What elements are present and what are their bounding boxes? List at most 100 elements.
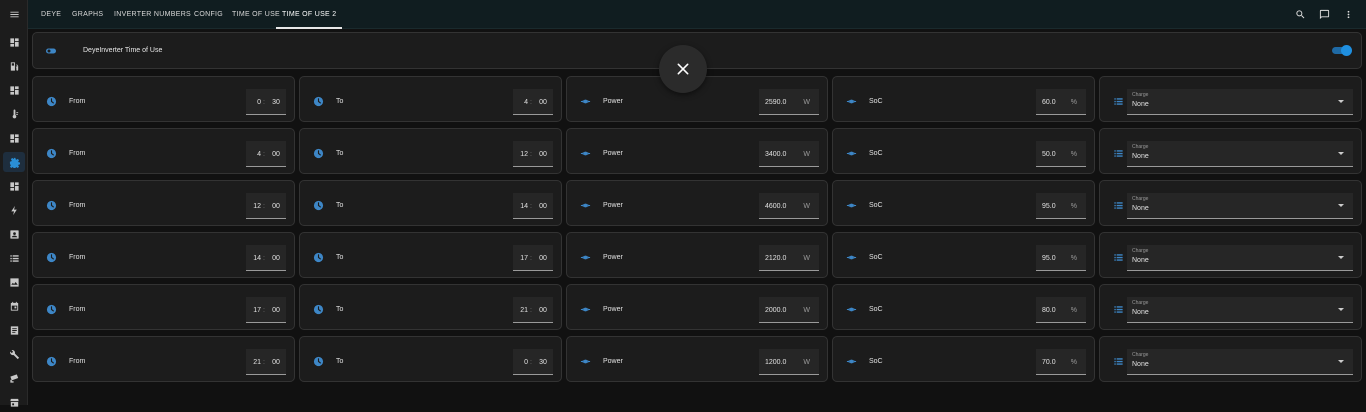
sidebar-item-5[interactable] <box>3 152 25 172</box>
power-input[interactable]: 2000.0 W <box>759 297 819 323</box>
to-hour[interactable]: 12 <box>513 151 528 158</box>
to-hour[interactable]: 14 <box>513 203 528 210</box>
soc-input[interactable]: 80.0% <box>1036 297 1086 323</box>
power-unit: W <box>803 203 810 210</box>
from-time-input[interactable]: 4:00 <box>246 141 286 167</box>
from-minute[interactable]: 00 <box>268 203 284 210</box>
sidebar-item-2[interactable] <box>3 80 25 100</box>
sidebar-item-11[interactable] <box>3 296 25 316</box>
from-hour[interactable]: 4 <box>246 151 261 158</box>
power-input[interactable]: 2120.0 W <box>759 245 819 271</box>
power-input[interactable]: 4600.0 W <box>759 193 819 219</box>
sidebar-item-15[interactable] <box>3 392 25 412</box>
charge-select[interactable]: Charge None <box>1127 193 1353 219</box>
to-time-input[interactable]: 21:00 <box>513 297 553 323</box>
to-minute[interactable]: 30 <box>535 359 551 366</box>
from-entity-row: From 12:00 <box>32 180 295 226</box>
sidebar-item-0[interactable] <box>3 32 25 52</box>
from-minute[interactable]: 00 <box>268 359 284 366</box>
sidebar-item-13[interactable] <box>3 344 25 364</box>
to-minute[interactable]: 00 <box>535 151 551 158</box>
charge-select[interactable]: Charge None <box>1127 297 1353 323</box>
to-hour[interactable]: 0 <box>513 359 528 366</box>
charge-select[interactable]: Charge None <box>1127 89 1353 115</box>
sidebar-item-12[interactable] <box>3 320 25 340</box>
soc-input[interactable]: 70.0% <box>1036 349 1086 375</box>
soc-entity-row: SoC 50.0% <box>832 128 1095 174</box>
tab-deye[interactable]: DEYE <box>41 0 61 29</box>
from-hour[interactable]: 12 <box>246 203 261 210</box>
from-hour[interactable]: 17 <box>246 307 261 314</box>
from-hour[interactable]: 0 <box>246 99 261 106</box>
to-time-input[interactable]: 14:00 <box>513 193 553 219</box>
to-minute[interactable]: 00 <box>535 99 551 106</box>
soc-input[interactable]: 95.0% <box>1036 245 1086 271</box>
charge-select-label: Charge <box>1132 352 1149 358</box>
charge-select[interactable]: Charge None <box>1127 349 1353 375</box>
to-hour[interactable]: 4 <box>513 99 528 106</box>
transmission-tower-icon <box>846 151 857 156</box>
to-minute[interactable]: 00 <box>535 255 551 262</box>
from-minute[interactable]: 00 <box>268 255 284 262</box>
time-of-use-toggle[interactable] <box>1332 45 1352 56</box>
to-time-input[interactable]: 12:00 <box>513 141 553 167</box>
power-value: 2120.0 <box>765 255 787 262</box>
from-hour[interactable]: 21 <box>246 359 261 366</box>
power-entity-row: Power 1200.0 W <box>566 336 828 382</box>
from-minute[interactable]: 30 <box>268 99 284 106</box>
power-input[interactable]: 3400.0 W <box>759 141 819 167</box>
soc-unit: % <box>1070 307 1077 314</box>
dashboard-icon <box>9 133 19 143</box>
sidebar-item-9[interactable] <box>3 248 25 268</box>
menu-icon[interactable] <box>3 4 25 24</box>
sidebar-item-8[interactable] <box>3 224 25 244</box>
time-separator: : <box>530 255 532 262</box>
from-hour[interactable]: 14 <box>246 255 261 262</box>
to-minute[interactable]: 00 <box>535 307 551 314</box>
tab-config[interactable]: CONFIG <box>194 0 223 29</box>
to-time-input[interactable]: 4:00 <box>513 89 553 115</box>
from-time-input[interactable]: 12:00 <box>246 193 286 219</box>
more-vertical-icon[interactable] <box>1341 7 1355 21</box>
soc-value: 50.0 <box>1042 151 1056 158</box>
power-value: 3400.0 <box>765 151 787 158</box>
from-time-input[interactable]: 21:00 <box>246 349 286 375</box>
power-input[interactable]: 1200.0 W <box>759 349 819 375</box>
search-icon[interactable] <box>1293 7 1307 21</box>
sidebar-item-10[interactable] <box>3 272 25 292</box>
sidebar-item-7[interactable] <box>3 200 25 220</box>
from-time-input[interactable]: 14:00 <box>246 245 286 271</box>
sidebar-item-14[interactable] <box>3 368 25 388</box>
sidebar-item-4[interactable] <box>3 128 25 148</box>
power-value: 2000.0 <box>765 307 787 314</box>
from-label: From <box>69 150 86 157</box>
charge-select[interactable]: Charge None <box>1127 245 1353 271</box>
to-time-input[interactable]: 17:00 <box>513 245 553 271</box>
sidebar-item-1[interactable] <box>3 56 25 76</box>
to-hour[interactable]: 17 <box>513 255 528 262</box>
list-icon <box>9 254 19 262</box>
power-input[interactable]: 2590.0 W <box>759 89 819 115</box>
close-button[interactable] <box>659 45 707 93</box>
soc-input[interactable]: 60.0% <box>1036 89 1086 115</box>
to-time-input[interactable]: 0:30 <box>513 349 553 375</box>
from-time-input[interactable]: 17:00 <box>246 297 286 323</box>
clock-icon <box>313 304 324 315</box>
charge-select[interactable]: Charge None <box>1127 141 1353 167</box>
soc-entity-row: SoC 60.0% <box>832 76 1095 122</box>
assist-icon[interactable] <box>1317 7 1331 21</box>
to-minute[interactable]: 00 <box>535 203 551 210</box>
sidebar-item-6[interactable] <box>3 176 25 196</box>
time-separator: : <box>263 307 265 314</box>
sidebar-item-3[interactable] <box>3 104 25 124</box>
from-time-input[interactable]: 0:30 <box>246 89 286 115</box>
tab-inverter-numbers[interactable]: INVERTER NUMBERS <box>114 0 191 29</box>
soc-input[interactable]: 50.0% <box>1036 141 1086 167</box>
tab-graphs[interactable]: GRAPHS <box>72 0 103 29</box>
to-hour[interactable]: 21 <box>513 307 528 314</box>
from-minute[interactable]: 00 <box>268 151 284 158</box>
tab-time-of-use[interactable]: TIME OF USE <box>232 0 280 29</box>
soc-input[interactable]: 95.0% <box>1036 193 1086 219</box>
tab-time-of-use-2[interactable]: TIME OF USE 2 <box>276 0 343 29</box>
from-minute[interactable]: 00 <box>268 307 284 314</box>
